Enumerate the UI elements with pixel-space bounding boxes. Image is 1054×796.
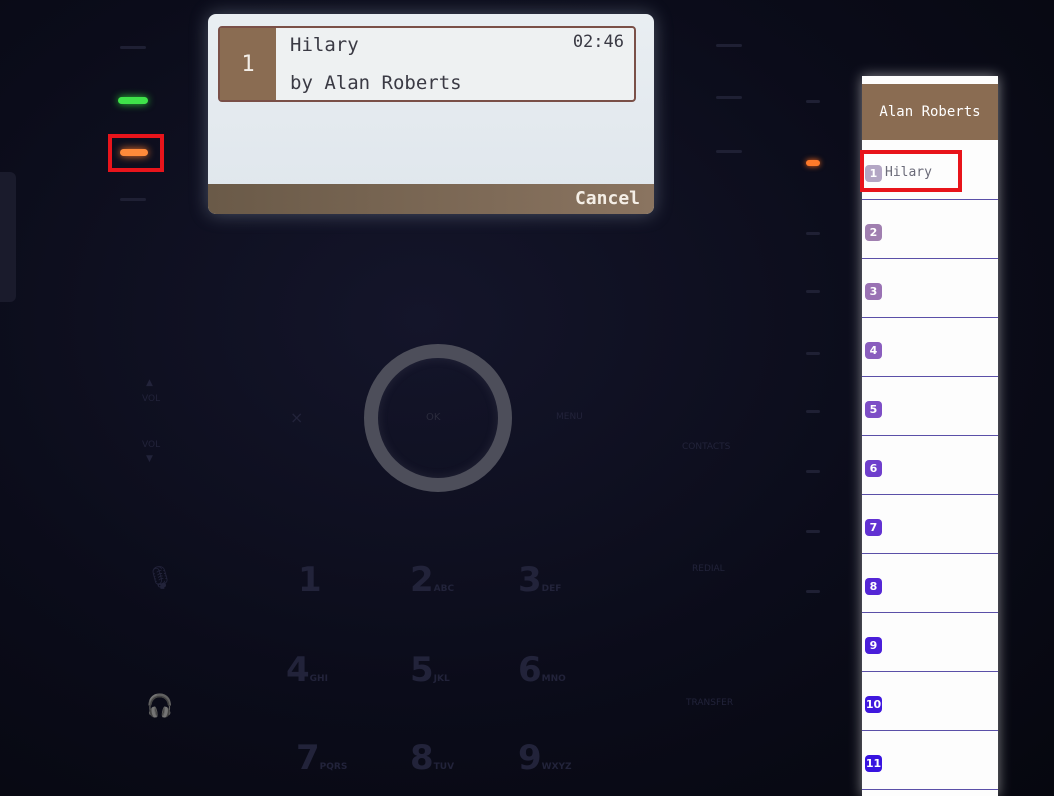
line-key-dash xyxy=(806,352,820,355)
key-9[interactable]: 9WXYZ xyxy=(518,738,572,778)
line-key-dash xyxy=(806,530,820,533)
side-notch xyxy=(0,172,16,302)
line-key-led-green[interactable] xyxy=(118,97,148,104)
row-number-badge: 10 xyxy=(865,696,882,713)
volume-down-button[interactable]: ▼ xyxy=(146,454,153,464)
key-letters: PQRS xyxy=(319,762,348,772)
row-number-badge: 3 xyxy=(865,283,882,300)
key-letters: JKL xyxy=(433,674,450,684)
row-number-badge: 6 xyxy=(865,460,882,477)
line-key-dash xyxy=(806,100,820,103)
key-digit: 8 xyxy=(410,738,434,778)
panel-row-10[interactable]: 10 xyxy=(862,673,998,731)
headset-icon[interactable]: 🎧 xyxy=(146,694,173,719)
mute-icon[interactable]: 🎙 xyxy=(146,566,174,591)
line-key-dash xyxy=(806,232,820,235)
panel-row-11[interactable]: 11 xyxy=(862,732,998,790)
highlight-box-led xyxy=(108,134,164,172)
redial-button[interactable]: REDIAL xyxy=(692,564,725,574)
key-5[interactable]: 5JKL xyxy=(410,650,450,690)
key-7[interactable]: 7PQRS xyxy=(296,738,347,778)
volume-down-label: VOL xyxy=(142,440,161,450)
phone-body: 1 Hilary by Alan Roberts 02:46 Cancel OK… xyxy=(0,0,1054,796)
transfer-button[interactable]: TRANSFER xyxy=(686,698,733,708)
lcd-subtitle: by Alan Roberts xyxy=(290,72,462,94)
line-key-dash xyxy=(806,590,820,593)
row-number-badge: 7 xyxy=(865,519,882,536)
line-key-dash xyxy=(806,410,820,413)
key-letters: GHI xyxy=(309,674,328,684)
panel-row-5[interactable]: 5 xyxy=(862,378,998,436)
key-8[interactable]: 8TUV xyxy=(410,738,454,778)
key-6[interactable]: 6MNO xyxy=(518,650,566,690)
key-digit: 7 xyxy=(296,738,320,778)
volume-up-button[interactable]: ▲ xyxy=(146,378,153,388)
line-key-dash xyxy=(716,150,742,153)
key-4[interactable]: 4GHI xyxy=(286,650,328,690)
lcd-title: Hilary xyxy=(290,34,359,56)
lcd-time: 02:46 xyxy=(572,32,624,52)
panel-row-9[interactable]: 9 xyxy=(862,614,998,672)
key-letters: ABC xyxy=(433,584,455,594)
row-number-badge: 8 xyxy=(865,578,882,595)
key-digit: 1 xyxy=(298,560,322,600)
line-key-dash xyxy=(120,198,146,201)
key-digit: 9 xyxy=(518,738,542,778)
panel-row-2[interactable]: 2 xyxy=(862,201,998,259)
lcd-screen: 1 Hilary by Alan Roberts 02:46 Cancel xyxy=(208,14,654,214)
panel-row-6[interactable]: 6 xyxy=(862,437,998,495)
line-key-dash xyxy=(716,44,742,47)
line-key-dash xyxy=(120,46,146,49)
key-digit: 6 xyxy=(518,650,542,690)
panel-row-4[interactable]: 4 xyxy=(862,319,998,377)
line-key-dash xyxy=(716,96,742,99)
highlight-box-row xyxy=(860,150,962,192)
key-digit: 5 xyxy=(410,650,434,690)
volume-up-label: VOL xyxy=(142,394,161,404)
key-letters: TUV xyxy=(433,762,455,772)
key-letters: WXYZ xyxy=(541,762,572,772)
contacts-button[interactable]: CONTACTS xyxy=(682,442,730,452)
key-digit: 3 xyxy=(518,560,542,600)
key-3[interactable]: 3DEF xyxy=(518,560,561,600)
lcd-notification[interactable]: 1 Hilary by Alan Roberts 02:46 xyxy=(218,26,636,102)
row-number-badge: 5 xyxy=(865,401,882,418)
expansion-led-orange[interactable] xyxy=(806,160,820,166)
row-number-badge: 2 xyxy=(865,224,882,241)
panel-header: Alan Roberts xyxy=(862,84,998,140)
row-number-badge: 4 xyxy=(865,342,882,359)
ok-button[interactable]: OK xyxy=(426,412,440,423)
line-key-dash xyxy=(806,290,820,293)
panel-row-8[interactable]: 8 xyxy=(862,555,998,613)
lcd-notification-index: 1 xyxy=(220,28,276,100)
lcd-softkey-bar: Cancel xyxy=(208,184,654,214)
menu-button[interactable]: MENU xyxy=(556,412,583,422)
panel-row-7[interactable]: 7 xyxy=(862,496,998,554)
key-1[interactable]: 1 xyxy=(298,560,322,600)
key-digit: 2 xyxy=(410,560,434,600)
row-number-badge: 11 xyxy=(865,755,882,772)
key-letters: DEF xyxy=(541,584,562,594)
cancel-softkey[interactable]: Cancel xyxy=(575,188,640,209)
row-number-badge: 9 xyxy=(865,637,882,654)
key-letters: MNO xyxy=(541,674,566,684)
key-digit: 4 xyxy=(286,650,310,690)
panel-row-3[interactable]: 3 xyxy=(862,260,998,318)
close-icon[interactable]: × xyxy=(290,408,303,427)
line-key-dash xyxy=(806,470,820,473)
key-2[interactable]: 2ABC xyxy=(410,560,454,600)
